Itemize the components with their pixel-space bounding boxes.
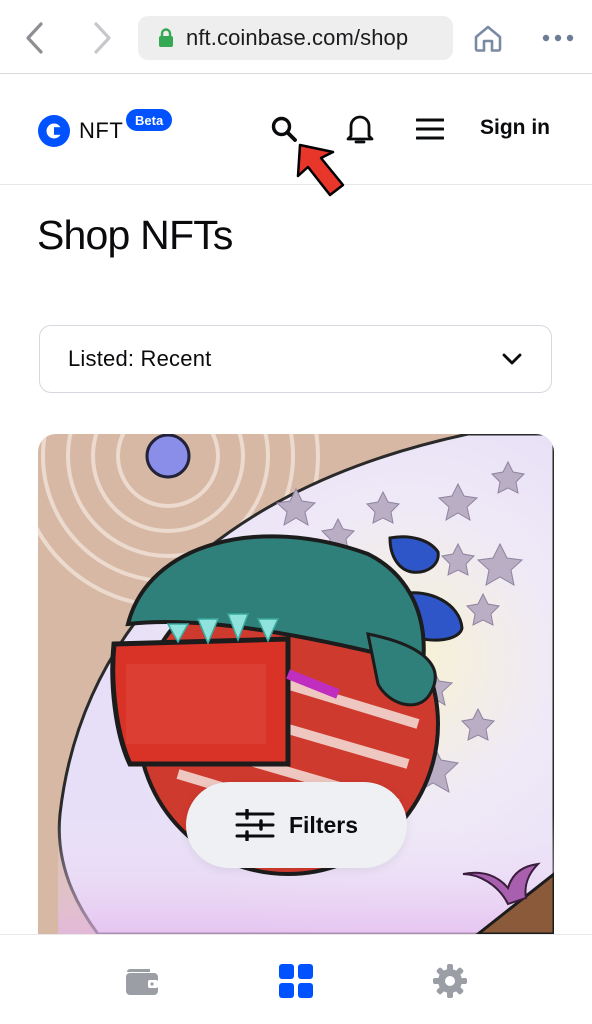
browser-toolbar: nft.coinbase.com/shop bbox=[0, 0, 592, 74]
filters-button[interactable]: Filters bbox=[186, 782, 407, 868]
sliders-icon bbox=[235, 809, 275, 841]
hamburger-menu-icon bbox=[416, 118, 444, 140]
url-text: nft.coinbase.com/shop bbox=[186, 25, 409, 50]
page-title: Shop NFTs bbox=[37, 212, 233, 258]
lock-icon bbox=[159, 28, 173, 47]
filters-label: Filters bbox=[288, 811, 359, 838]
nav-settings[interactable] bbox=[428, 959, 472, 1003]
sort-dropdown[interactable]: Listed: Recent bbox=[39, 325, 552, 393]
chevron-left-icon bbox=[26, 22, 43, 54]
sign-in-button[interactable]: Sign in bbox=[480, 116, 550, 140]
sort-dropdown-value: Listed: Recent bbox=[68, 346, 212, 371]
gear-icon bbox=[433, 964, 467, 998]
nav-wallet[interactable] bbox=[120, 959, 164, 1003]
more-horizontal-icon bbox=[542, 34, 574, 42]
beta-badge: Beta bbox=[126, 109, 173, 131]
pointer-arrow-icon bbox=[296, 143, 345, 197]
logo-text: NFT bbox=[79, 118, 124, 143]
wallet-icon bbox=[126, 969, 158, 995]
coinbase-nft-logo[interactable]: NFT bbox=[38, 115, 123, 147]
more-button[interactable] bbox=[536, 18, 580, 58]
menu-button[interactable] bbox=[410, 109, 450, 149]
bottom-navigation bbox=[0, 934, 592, 1024]
nav-shop[interactable] bbox=[274, 959, 318, 1003]
grid-icon bbox=[279, 964, 313, 998]
chevron-right-icon bbox=[94, 22, 111, 54]
address-bar[interactable]: nft.coinbase.com/shop bbox=[138, 16, 453, 60]
forward-button[interactable] bbox=[82, 18, 122, 58]
home-button[interactable] bbox=[468, 18, 508, 58]
back-button[interactable] bbox=[14, 18, 54, 58]
chevron-down-icon bbox=[502, 353, 522, 365]
home-icon bbox=[474, 25, 502, 52]
coinbase-logo-icon bbox=[38, 115, 70, 147]
